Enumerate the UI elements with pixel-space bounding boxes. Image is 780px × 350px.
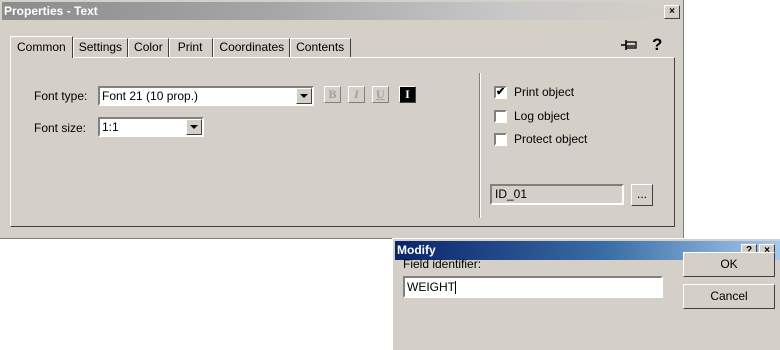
inverse-button[interactable]: I <box>399 86 416 103</box>
text-caret <box>455 281 456 295</box>
ok-button[interactable]: OK <box>683 252 775 277</box>
underline-button[interactable]: U <box>372 86 389 103</box>
print-object-checkbox[interactable]: ✔ <box>494 86 507 99</box>
tab-contents[interactable]: Contents <box>290 38 352 57</box>
tab-coordinates[interactable]: Coordinates <box>213 38 291 57</box>
font-type-value: Font 21 (10 prop.) <box>102 89 199 103</box>
field-identifier-input[interactable]: WEIGHT <box>403 276 663 298</box>
print-object-label: Print object <box>514 85 575 99</box>
field-identifier-value: WEIGHT <box>407 280 455 294</box>
bold-button[interactable]: B <box>324 86 341 103</box>
font-size-value: 1:1 <box>102 120 119 134</box>
properties-title: Properties - Text <box>4 4 98 18</box>
help-icon[interactable]: ? <box>652 35 662 55</box>
font-size-label: Font size: <box>34 121 87 135</box>
log-object-label: Log object <box>514 109 570 123</box>
italic-button[interactable]: I <box>348 86 365 103</box>
font-type-label: Font type: <box>34 89 88 103</box>
font-size-select[interactable]: 1:1 <box>98 117 204 137</box>
protect-object-label: Protect object <box>514 132 588 146</box>
field-identifier-label: Field identifier: <box>403 257 482 271</box>
modify-title: Modify <box>397 243 436 257</box>
cancel-button[interactable]: Cancel <box>683 284 775 309</box>
chevron-down-icon[interactable] <box>186 119 202 135</box>
log-object-checkbox[interactable] <box>494 110 507 123</box>
tab-common[interactable]: Common <box>10 36 73 58</box>
properties-titlebar[interactable]: Properties - Text <box>2 2 681 20</box>
tab-strip: Common Settings Color Print Coordinates … <box>10 36 352 58</box>
tab-settings[interactable]: Settings <box>72 38 129 57</box>
protect-object-checkbox[interactable] <box>494 133 507 146</box>
divider <box>479 73 481 218</box>
object-id-field[interactable]: ID_01 <box>490 184 624 205</box>
properties-window: Properties - Text × Common Settings Colo… <box>0 0 684 239</box>
pin-icon[interactable] <box>620 37 638 53</box>
chevron-down-icon[interactable] <box>296 88 312 104</box>
tab-print[interactable]: Print <box>168 38 214 57</box>
font-type-select[interactable]: Font 21 (10 prop.) <box>98 86 314 106</box>
browse-button[interactable]: ... <box>631 184 653 206</box>
tab-color[interactable]: Color <box>128 38 169 57</box>
close-icon[interactable]: × <box>664 5 680 19</box>
